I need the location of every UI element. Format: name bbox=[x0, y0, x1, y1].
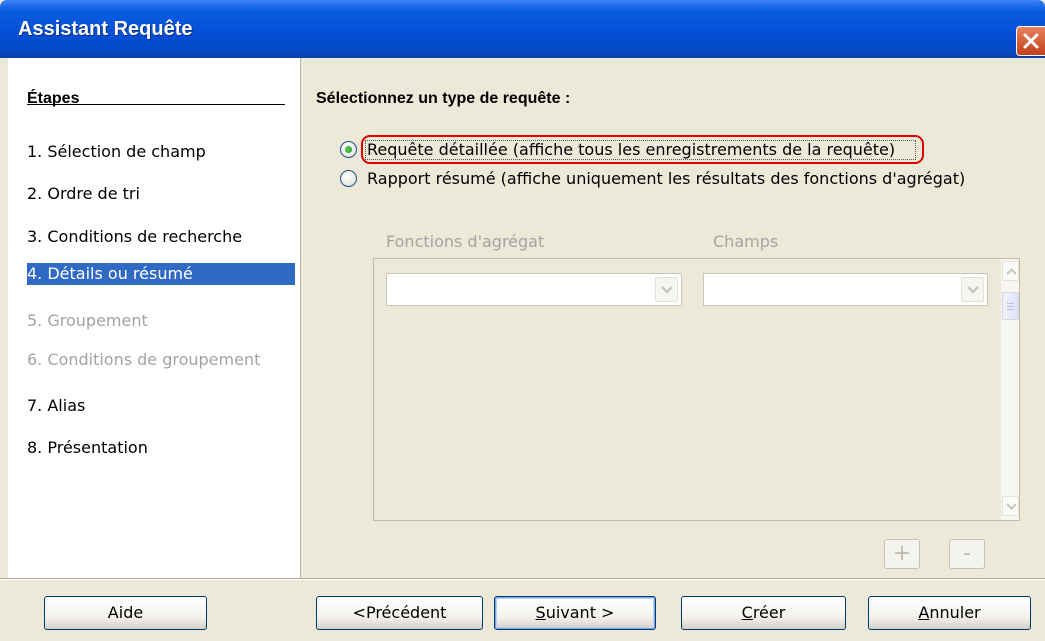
title-bar: Assistant Requête bbox=[0, 0, 1045, 58]
aggregate-function-dropdown-button[interactable] bbox=[655, 277, 678, 302]
steps-heading-underline bbox=[27, 104, 285, 105]
next-button[interactable]: Suivant > bbox=[494, 596, 656, 630]
step-5: 5. Groupement bbox=[27, 311, 148, 330]
window-title: Assistant Requête bbox=[18, 18, 193, 40]
step-8[interactable]: 8. Présentation bbox=[27, 438, 148, 457]
step-2[interactable]: 2. Ordre de tri bbox=[27, 184, 140, 203]
remove-aggregate-button[interactable]: - bbox=[949, 539, 985, 569]
detailed-query-label[interactable]: Requête détaillée (affiche tous les enre… bbox=[367, 140, 895, 159]
step-7[interactable]: 7. Alias bbox=[27, 396, 85, 415]
cancel-label-rest: nnuler bbox=[929, 603, 981, 622]
field-select[interactable] bbox=[703, 273, 988, 306]
thumb-grip bbox=[1007, 309, 1014, 310]
create-button[interactable]: Créer bbox=[681, 596, 846, 630]
scroll-down-button[interactable] bbox=[1002, 496, 1019, 516]
cancel-button[interactable]: Annuler bbox=[868, 596, 1031, 630]
aggregate-functions-label: Fonctions d'agrégat bbox=[386, 232, 545, 251]
create-accesskey: C bbox=[741, 603, 753, 622]
sidebar-divider bbox=[300, 58, 301, 578]
thumb-grip bbox=[1007, 306, 1014, 307]
step-3[interactable]: 3. Conditions de recherche bbox=[27, 227, 242, 246]
radio-selected-dot bbox=[345, 146, 352, 153]
cancel-accesskey: A bbox=[918, 603, 930, 622]
summary-report-radio[interactable] bbox=[340, 170, 357, 187]
help-button[interactable]: Aide bbox=[44, 596, 207, 630]
step-6: 6. Conditions de groupement bbox=[27, 350, 261, 369]
next-accesskey: S bbox=[535, 603, 546, 622]
chevron-down-icon bbox=[1006, 503, 1017, 510]
field-dropdown-button[interactable] bbox=[961, 277, 984, 302]
next-label-rest: uivant > bbox=[545, 603, 615, 622]
detailed-query-radio[interactable] bbox=[340, 141, 357, 158]
fields-label: Champs bbox=[713, 232, 779, 251]
steps-sidebar: Étapes 1. Sélection de champ 2. Ordre de… bbox=[8, 58, 300, 578]
query-type-heading: Sélectionnez un type de requête : bbox=[316, 90, 571, 107]
step-1[interactable]: 1. Sélection de champ bbox=[27, 142, 206, 161]
step-4-selected[interactable]: 4. Détails ou résumé bbox=[27, 263, 295, 285]
steps-heading: Étapes bbox=[27, 90, 80, 107]
add-aggregate-button[interactable]: + bbox=[884, 539, 920, 569]
close-icon bbox=[1023, 33, 1039, 49]
scroll-thumb[interactable] bbox=[1002, 292, 1019, 320]
scroll-up-button[interactable] bbox=[1002, 261, 1019, 281]
chevron-down-icon bbox=[967, 286, 979, 294]
create-label-rest: réer bbox=[752, 603, 786, 622]
summary-report-label[interactable]: Rapport résumé (affiche uniquement les r… bbox=[367, 169, 965, 188]
chevron-up-icon bbox=[1006, 268, 1017, 275]
close-button[interactable] bbox=[1016, 26, 1045, 56]
thumb-grip bbox=[1007, 303, 1014, 304]
aggregate-function-select[interactable] bbox=[386, 273, 682, 306]
footer-separator-highlight bbox=[0, 579, 1045, 580]
chevron-down-icon bbox=[661, 286, 673, 294]
previous-button[interactable]: <Précédent bbox=[316, 596, 483, 630]
